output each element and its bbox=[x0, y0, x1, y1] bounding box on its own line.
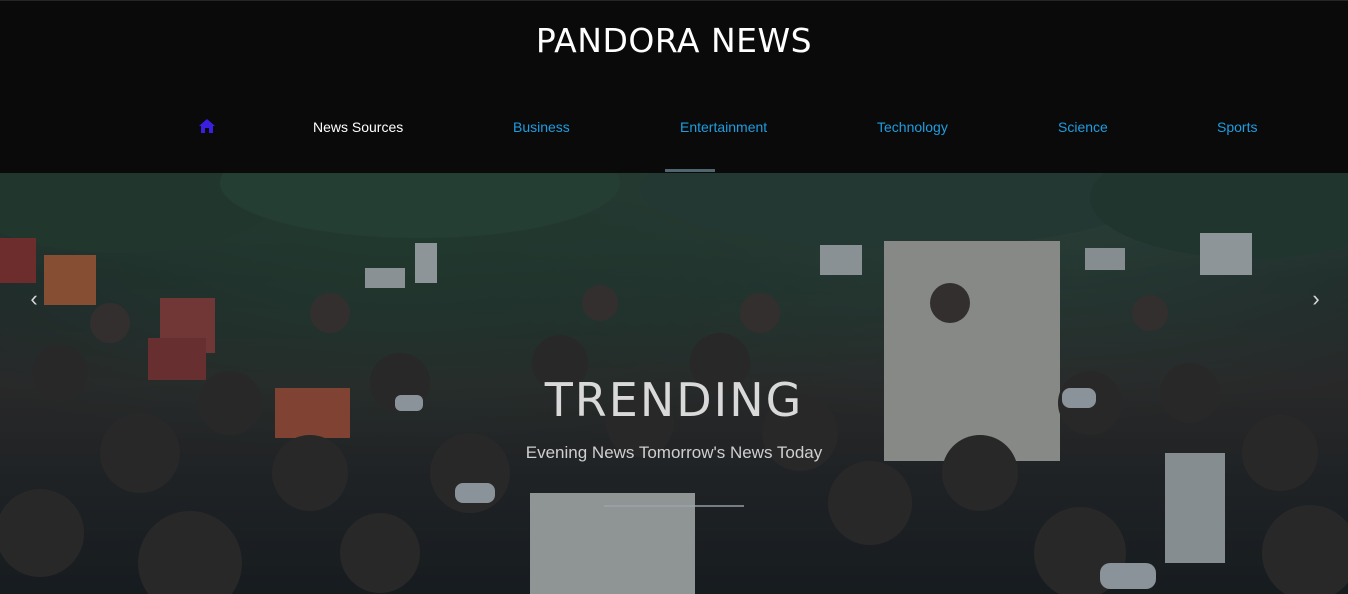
chevron-right-icon[interactable]: › bbox=[1306, 288, 1326, 310]
nav-item-science[interactable]: Science bbox=[1058, 119, 1108, 135]
main-nav: News Sources Business Entertainment Tech… bbox=[0, 119, 1348, 139]
nav-item-technology[interactable]: Technology bbox=[877, 119, 948, 135]
nav-active-indicator bbox=[665, 169, 715, 172]
nav-item-business[interactable]: Business bbox=[513, 119, 570, 135]
nav-item-news-sources[interactable]: News Sources bbox=[313, 119, 403, 135]
carousel-indicator[interactable] bbox=[604, 505, 744, 507]
site-header: PANDORA NEWS News Sources Business Enter… bbox=[0, 0, 1348, 173]
site-brand[interactable]: PANDORA NEWS bbox=[0, 21, 1348, 60]
hero-title: TRENDING bbox=[544, 373, 804, 427]
nav-item-entertainment[interactable]: Entertainment bbox=[680, 119, 767, 135]
hero-subtitle: Evening News Tomorrow's News Today bbox=[525, 443, 823, 462]
chevron-left-icon[interactable]: ‹ bbox=[24, 288, 44, 310]
hero-carousel[interactable]: ‹ › TRENDING Evening News Tomorrow's New… bbox=[0, 173, 1348, 594]
nav-item-sports[interactable]: Sports bbox=[1217, 119, 1257, 135]
